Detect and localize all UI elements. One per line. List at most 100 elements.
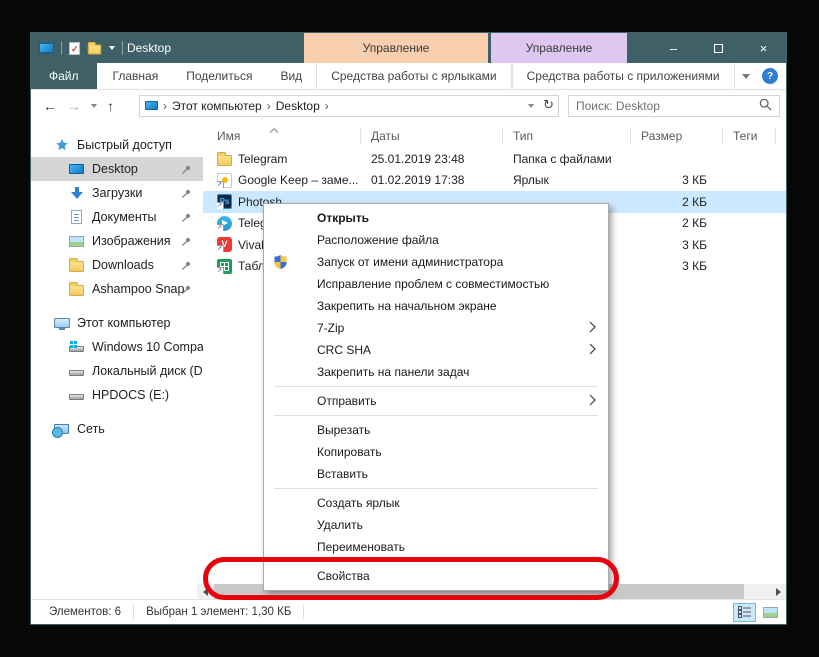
pin-icon	[181, 188, 191, 202]
search-input[interactable]: Поиск: Desktop	[568, 95, 780, 117]
details-view-button[interactable]	[733, 603, 756, 622]
sidebar-item-hpdocs-e[interactable]: HPDOCS (E:)	[31, 383, 203, 407]
menu-item-crc-sha[interactable]: CRC SHA	[264, 339, 608, 361]
breadcrumb-desktop[interactable]: Desktop	[276, 99, 320, 113]
sidebar-item-label: Windows 10 Compa	[92, 340, 203, 354]
refresh-icon[interactable]: ↻	[543, 98, 554, 113]
tab-home[interactable]: Главная	[99, 63, 173, 89]
breadcrumb-separator: ›	[267, 99, 271, 113]
file-row-telegram-folder[interactable]: Telegram 25.01.2019 23:48 Папка с файлам…	[203, 148, 786, 170]
tab-application-tools[interactable]: Средства работы с приложениями	[512, 63, 735, 89]
sidebar-item-label: Загрузки	[92, 186, 142, 200]
separator	[122, 41, 123, 55]
column-header-name[interactable]: Имя	[217, 124, 371, 148]
breadcrumb-this-pc[interactable]: Этот компьютер	[172, 99, 262, 113]
help-icon[interactable]: ?	[762, 68, 778, 84]
menu-item-create-shortcut[interactable]: Создать ярлык	[264, 492, 608, 514]
sidebar-item-label: Desktop	[92, 162, 138, 176]
selection-info: Выбран 1 элемент: 1,30 КБ	[146, 606, 291, 618]
sidebar-item-label: Изображения	[92, 234, 171, 248]
new-folder-icon[interactable]	[88, 45, 102, 55]
contextual-group-shortcut-tools[interactable]: Управление	[304, 33, 488, 63]
sidebar-item-pictures[interactable]: Изображения	[31, 229, 203, 253]
search-icon[interactable]	[759, 98, 772, 114]
menu-item-send-to[interactable]: Отправить	[264, 390, 608, 412]
thumbnail-view-button[interactable]	[759, 603, 782, 622]
sidebar-item-documents[interactable]: Документы	[31, 205, 203, 229]
menu-separator	[274, 386, 598, 387]
menu-item-open[interactable]: Открыть	[264, 207, 608, 229]
properties-button-icon[interactable]	[69, 42, 80, 55]
contextual-group-application-tools[interactable]: Управление	[491, 33, 627, 63]
menu-item-file-location[interactable]: Расположение файла	[264, 229, 608, 251]
menu-item-cut[interactable]: Вырезать	[264, 419, 608, 441]
menu-item-compatibility[interactable]: Исправление проблем с совместимостью	[264, 273, 608, 295]
sidebar-item-label: HPDOCS (E:)	[92, 388, 169, 402]
customize-qat-chevron-icon[interactable]	[109, 46, 115, 50]
telegram-icon	[217, 216, 232, 231]
column-header-tags[interactable]: Теги	[733, 124, 786, 148]
pin-icon	[181, 260, 191, 274]
menu-separator	[274, 415, 598, 416]
sidebar-item-network[interactable]: Сеть	[31, 417, 203, 441]
menu-item-rename[interactable]: Переименовать	[264, 536, 608, 558]
tab-view[interactable]: Вид	[266, 63, 316, 89]
quick-access-toolbar	[31, 33, 123, 63]
tab-shortcut-tools[interactable]: Средства работы с ярлыками	[316, 63, 511, 89]
close-button[interactable]: ×	[741, 33, 786, 63]
sidebar-item-quick-access[interactable]: Быстрый доступ	[31, 133, 203, 157]
drive-icon	[68, 390, 85, 400]
address-bar[interactable]: › Этот компьютер › Desktop › ↻	[139, 95, 559, 117]
computer-icon	[53, 318, 70, 328]
search-placeholder: Поиск: Desktop	[576, 99, 660, 113]
sidebar-item-label: Этот компьютер	[77, 316, 170, 330]
scroll-left-arrow-icon[interactable]	[197, 584, 213, 599]
sidebar-item-desktop[interactable]: Desktop	[31, 157, 203, 181]
breadcrumb-separator: ›	[325, 99, 329, 113]
sidebar-item-windows-drive[interactable]: Windows 10 Compa	[31, 335, 203, 359]
tab-share[interactable]: Поделиться	[172, 63, 266, 89]
column-header-type[interactable]: Тип	[513, 124, 641, 148]
sidebar-item-local-disk-d[interactable]: Локальный диск (D	[31, 359, 203, 383]
menu-item-pin-to-start[interactable]: Закрепить на начальном экране	[264, 295, 608, 317]
menu-item-run-as-admin[interactable]: Запуск от имени администратора	[264, 251, 608, 273]
menu-item-copy[interactable]: Копировать	[264, 441, 608, 463]
sidebar-item-label: Сеть	[77, 422, 105, 436]
sidebar-item-this-pc[interactable]: Этот компьютер	[31, 311, 203, 335]
column-header-size[interactable]: Размер	[641, 124, 733, 148]
back-button[interactable]: ←	[43, 98, 57, 114]
expand-ribbon-chevron-icon[interactable]	[742, 74, 750, 79]
pin-icon	[181, 236, 191, 250]
uac-shield-icon	[274, 255, 287, 272]
menu-item-delete[interactable]: Удалить	[264, 514, 608, 536]
sidebar-item-downloads-en[interactable]: Downloads	[31, 253, 203, 277]
column-header-date[interactable]: Даты	[371, 124, 513, 148]
folder-icon	[68, 258, 85, 272]
sheets-icon	[217, 259, 232, 274]
address-dropdown-chevron-icon[interactable]	[528, 104, 534, 108]
breadcrumb-separator: ›	[163, 99, 167, 113]
sidebar-item-ashampoo-snap[interactable]: Ashampoo Snap	[31, 277, 203, 301]
forward-button[interactable]: →	[67, 98, 81, 114]
scroll-right-arrow-icon[interactable]	[770, 584, 786, 599]
folder-icon	[68, 282, 85, 296]
sidebar-item-downloads-ru[interactable]: Загрузки	[31, 181, 203, 205]
drive-icon	[68, 366, 85, 376]
title-bar: Desktop Управление Управление – ×	[31, 33, 786, 63]
file-row-google-keep[interactable]: Google Keep – заме... 01.02.2019 17:38 Я…	[203, 170, 786, 192]
menu-item-properties[interactable]: Свойства	[264, 565, 608, 587]
column-headers: Имя Даты Тип Размер Теги	[203, 124, 786, 148]
tab-file[interactable]: Файл	[31, 63, 97, 89]
menu-item-7zip[interactable]: 7-Zip	[264, 317, 608, 339]
recent-locations-chevron-icon[interactable]	[91, 104, 97, 108]
menu-item-paste[interactable]: Вставить	[264, 463, 608, 485]
maximize-button[interactable]	[696, 33, 741, 63]
minimize-button[interactable]: –	[651, 33, 696, 63]
sidebar-item-label: Локальный диск (D	[92, 364, 203, 378]
desktop-location-icon	[145, 101, 158, 110]
explorer-window: Desktop Управление Управление – × Файл Г…	[30, 32, 787, 625]
up-button[interactable]: ↑	[107, 98, 114, 114]
photoshop-icon: Ps	[217, 194, 232, 209]
picture-icon	[68, 236, 85, 247]
menu-item-pin-to-taskbar[interactable]: Закрепить на панели задач	[264, 361, 608, 383]
